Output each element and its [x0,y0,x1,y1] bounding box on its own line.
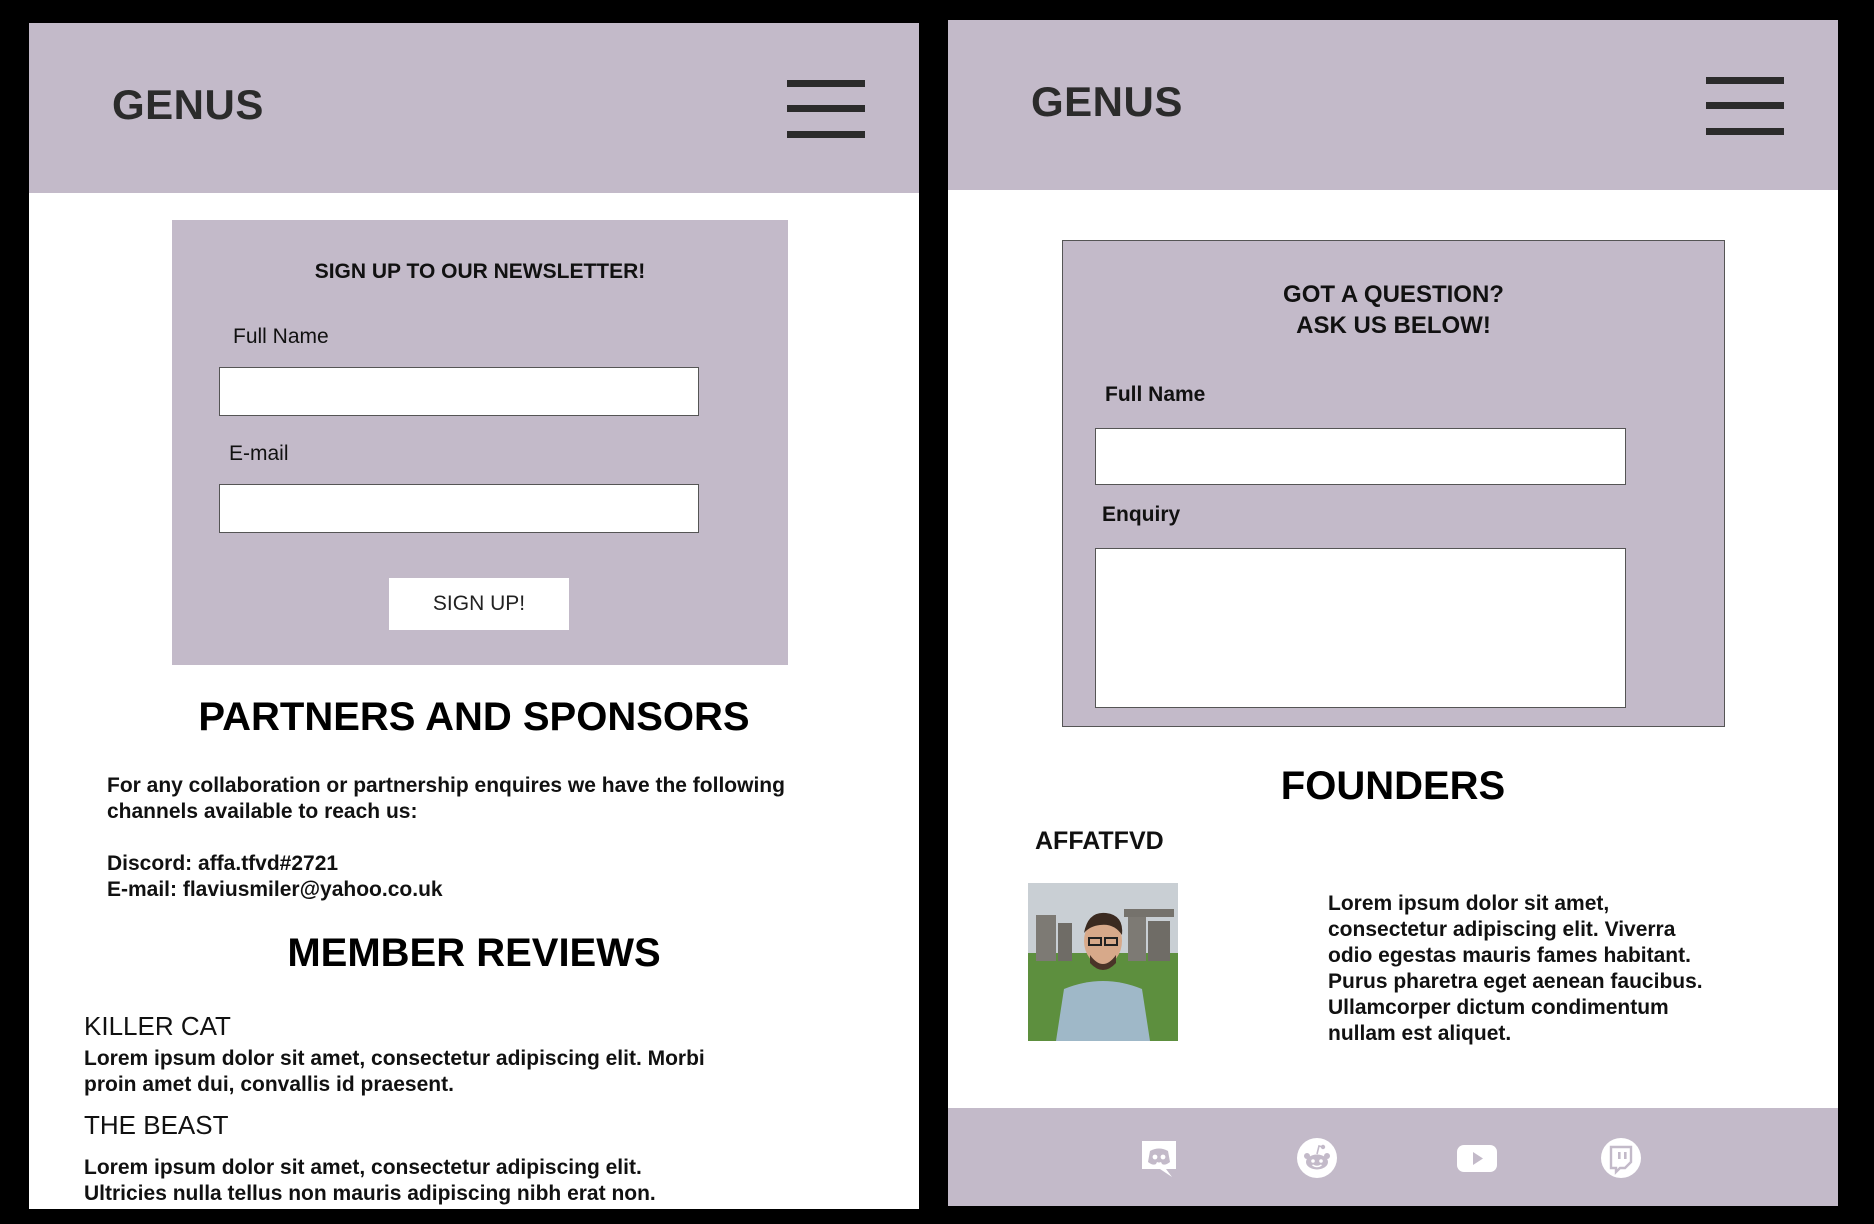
site-logo[interactable]: GENUS [112,81,264,129]
youtube-icon[interactable] [1456,1137,1498,1179]
founder-bio-line: Purus pharetra eget aenean faucibus. [1328,970,1703,993]
site-logo[interactable]: GENUS [1031,78,1183,126]
hamburger-menu-icon[interactable] [787,80,865,138]
review-text-line1: Lorem ipsum dolor sit amet, consectetur … [84,1156,642,1179]
review-name: THE BEAST [84,1110,229,1140]
review-text-line2: Ultricies nulla tellus non mauris adipis… [84,1182,656,1205]
founder-bio-line: odio egestas mauris fames habitant. [1328,944,1691,967]
reddit-icon[interactable] [1296,1137,1338,1179]
hamburger-menu-icon[interactable] [1706,77,1784,135]
partners-intro-line2: channels available to reach us: [107,800,418,823]
full-name-label: Full Name [1105,383,1206,406]
question-form: GOT A QUESTION? ASK US BELOW! Full Name … [1062,240,1725,727]
founder-bio-line: Lorem ipsum dolor sit amet, [1328,892,1610,915]
newsletter-form: SIGN UP TO OUR NEWSLETTER! Full Name E-m… [172,220,788,665]
email-input[interactable] [219,484,699,533]
founder-bio-line: nullam est aliquet. [1328,1022,1512,1045]
site-header: GENUS [948,20,1838,190]
full-name-input[interactable] [1095,428,1626,485]
full-name-input[interactable] [219,367,699,416]
full-name-label: Full Name [233,325,329,348]
site-footer [948,1108,1838,1206]
discord-contact: Discord: affa.tfvd#2721 [107,852,339,875]
review-name: KILLER CAT [84,1011,231,1041]
founders-title: FOUNDERS [1280,764,1506,808]
email-label: E-mail [229,442,289,465]
site-header: GENUS [29,23,919,193]
newsletter-title: SIGN UP TO OUR NEWSLETTER! [314,260,646,283]
partners-intro-line1: For any collaboration or partnership enq… [107,774,785,797]
twitch-icon[interactable] [1600,1137,1642,1179]
discord-icon[interactable] [1138,1137,1180,1179]
question-title-line2: ASK US BELOW! [1296,312,1491,339]
founder-bio-line: Ullamcorper dictum condimentum [1328,996,1669,1019]
sign-up-button[interactable]: SIGN UP! [389,578,569,630]
founder-bio-line: consectetur adipiscing elit. Viverra [1328,918,1676,941]
enquiry-label: Enquiry [1102,503,1181,526]
newsletter-page: GENUS SIGN UP TO OUR NEWSLETTER! Full Na… [29,23,919,1209]
reviews-title: MEMBER REVIEWS [287,931,661,975]
contact-page: GENUS GOT A QUESTION? ASK US BELOW! Full… [948,20,1838,1206]
email-contact: E-mail: flaviusmiler@yahoo.co.uk [107,878,443,901]
enquiry-textarea[interactable] [1095,548,1626,708]
question-title-line1: GOT A QUESTION? [1283,281,1504,308]
founder-photo-illustration [1028,883,1178,1041]
founder-name: AFFATFVD [1035,827,1164,855]
review-text-line1: Lorem ipsum dolor sit amet, consectetur … [84,1047,705,1070]
review-text-line2: proin amet dui, convallis id praesent. [84,1073,454,1096]
partners-title: PARTNERS AND SPONSORS [198,695,750,739]
founder-photo [1028,883,1178,1041]
